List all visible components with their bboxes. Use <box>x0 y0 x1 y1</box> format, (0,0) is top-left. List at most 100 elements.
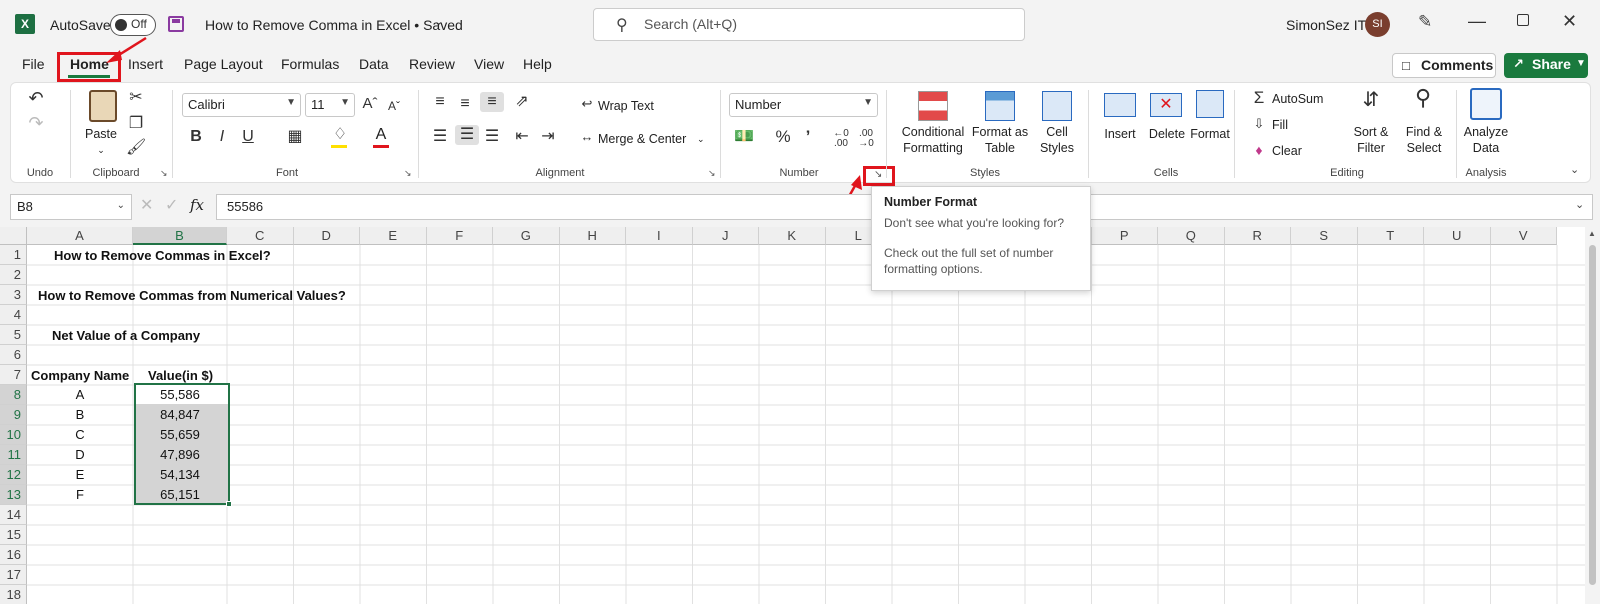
row-header-15[interactable]: 15 <box>0 525 27 545</box>
insert-cells-button[interactable]: Insert <box>1098 126 1142 142</box>
orientation-icon[interactable]: ⇗ <box>512 92 532 112</box>
tab-review[interactable]: Review <box>409 56 455 72</box>
tab-page-layout[interactable]: Page Layout <box>184 56 263 72</box>
row-header-17[interactable]: 17 <box>0 565 27 585</box>
company-cell[interactable]: B <box>27 405 133 424</box>
increase-font-icon[interactable]: Aˆ <box>360 94 380 114</box>
sort-filter-label-2[interactable]: Filter <box>1346 140 1396 156</box>
font-color-icon[interactable]: A <box>371 125 391 145</box>
row-header-11[interactable]: 11 <box>0 445 27 465</box>
copy-icon[interactable]: ❐ <box>126 114 146 134</box>
paste-icon[interactable] <box>89 90 117 122</box>
name-box[interactable]: B8 ⌄ <box>10 194 132 220</box>
format-as-table-label-1[interactable]: Format as <box>968 124 1032 140</box>
find-select-label-2[interactable]: Select <box>1398 140 1450 156</box>
company-cell[interactable]: E <box>27 465 133 484</box>
format-painter-icon[interactable]: 🖌 <box>126 138 146 158</box>
fill-button[interactable]: Fill <box>1272 117 1288 133</box>
decrease-indent-icon[interactable]: ⇤ <box>512 127 532 147</box>
cell-a1[interactable]: How to Remove Commas in Excel? <box>54 246 271 265</box>
conditional-formatting-label-2[interactable]: Formatting <box>895 140 971 156</box>
chevron-down-icon[interactable]: ⌄ <box>697 131 705 147</box>
column-header-t[interactable]: T <box>1357 227 1424 245</box>
tab-file[interactable]: File <box>22 56 45 72</box>
tab-formulas[interactable]: Formulas <box>281 56 339 72</box>
italic-icon[interactable]: I <box>212 127 232 147</box>
conditional-formatting-label-1[interactable]: Conditional <box>895 124 971 140</box>
increase-indent-icon[interactable]: ⇥ <box>538 127 558 147</box>
column-header-e[interactable]: E <box>360 227 427 245</box>
row-header-9[interactable]: 9 <box>0 405 27 425</box>
underline-icon[interactable]: U <box>238 127 258 147</box>
cell-styles-label-1[interactable]: Cell <box>1034 124 1080 140</box>
align-bottom-icon[interactable]: ≡ <box>480 92 504 112</box>
scrollbar-thumb[interactable] <box>1589 245 1596 585</box>
column-header-a[interactable]: A <box>27 227 133 245</box>
increase-decimal-icon[interactable]: ←0.00 <box>830 129 852 149</box>
user-name[interactable]: SimonSez IT <box>1286 17 1366 33</box>
collapse-ribbon-icon[interactable]: ⌄ <box>1570 163 1579 176</box>
bold-icon[interactable]: B <box>186 127 206 147</box>
cell-a3[interactable]: How to Remove Commas from Numerical Valu… <box>38 286 346 305</box>
share-button[interactable]: ↗ Share ▼ <box>1504 53 1588 78</box>
row-header-14[interactable]: 14 <box>0 505 27 525</box>
company-cell[interactable]: D <box>27 445 133 464</box>
column-header-u[interactable]: U <box>1424 227 1491 245</box>
insert-function-icon[interactable]: fx <box>190 196 204 214</box>
row-header-16[interactable]: 16 <box>0 545 27 565</box>
select-all-corner[interactable] <box>0 227 27 245</box>
expand-formula-bar-icon[interactable]: ⌄ <box>1575 198 1584 211</box>
analyze-data-label-2[interactable]: Data <box>1460 140 1512 156</box>
borders-icon[interactable]: ▦ <box>285 127 305 147</box>
wrap-text-button[interactable]: Wrap Text <box>598 98 654 114</box>
column-header-k[interactable]: K <box>759 227 826 245</box>
search-input[interactable]: Search (Alt+Q) <box>644 16 737 32</box>
cell-styles-label-2[interactable]: Styles <box>1034 140 1080 156</box>
column-header-p[interactable]: P <box>1091 227 1158 245</box>
value-cell[interactable]: 65,151 <box>133 485 227 504</box>
sort-filter-label-1[interactable]: Sort & <box>1346 124 1396 140</box>
comma-style-icon[interactable]: ’ <box>800 127 816 147</box>
format-as-table-label-2[interactable]: Table <box>968 140 1032 156</box>
column-header-v[interactable]: V <box>1490 227 1557 245</box>
search-box[interactable]: ⚲ Search (Alt+Q) <box>593 8 1025 41</box>
pen-icon[interactable]: ✎ <box>1418 12 1432 32</box>
find-select-label-1[interactable]: Find & <box>1398 124 1450 140</box>
percent-style-icon[interactable]: % <box>773 127 793 147</box>
column-header-h[interactable]: H <box>559 227 626 245</box>
column-header-g[interactable]: G <box>493 227 560 245</box>
undo-icon[interactable]: ↶ <box>24 88 48 108</box>
autosum-button[interactable]: AutoSum <box>1272 91 1323 107</box>
accounting-format-icon[interactable]: 💵 <box>733 127 755 147</box>
row-header-18[interactable]: 18 <box>0 585 27 604</box>
column-header-c[interactable]: C <box>227 227 294 245</box>
merge-center-button[interactable]: Merge & Center <box>598 131 686 147</box>
row-header-2[interactable]: 2 <box>0 265 27 285</box>
paste-button[interactable]: Paste <box>80 126 122 142</box>
row-header-5[interactable]: 5 <box>0 325 27 345</box>
tab-view[interactable]: View <box>474 56 504 72</box>
fill-color-icon[interactable]: ♢ <box>330 125 350 145</box>
column-header-f[interactable]: F <box>426 227 493 245</box>
tab-help[interactable]: Help <box>523 56 552 72</box>
row-header-10[interactable]: 10 <box>0 425 27 445</box>
cell-a5[interactable]: Net Value of a Company <box>52 326 200 345</box>
align-center-icon[interactable]: ☰ <box>455 125 479 145</box>
row-header-8[interactable]: 8 <box>0 385 27 405</box>
align-top-icon[interactable]: ≡ <box>430 92 450 112</box>
company-cell[interactable]: A <box>27 385 133 404</box>
value-cell[interactable]: 55,659 <box>133 425 227 444</box>
align-middle-icon[interactable]: ≡ <box>455 94 475 114</box>
cancel-entry-icon[interactable]: ✕ <box>140 195 153 215</box>
redo-icon[interactable]: ↷ <box>24 113 48 133</box>
dialog-launcher-icon[interactable]: ↘ <box>160 168 168 179</box>
row-header-3[interactable]: 3 <box>0 285 27 305</box>
row-header-6[interactable]: 6 <box>0 345 27 365</box>
decrease-decimal-icon[interactable]: .00 →0 <box>855 129 877 149</box>
delete-cells-button[interactable]: Delete <box>1145 126 1189 142</box>
row-header-12[interactable]: 12 <box>0 465 27 485</box>
scroll-up-icon[interactable]: ▲ <box>1588 229 1596 238</box>
dialog-launcher-icon[interactable]: ↘ <box>404 168 412 179</box>
row-header-4[interactable]: 4 <box>0 305 27 325</box>
number-dialog-launcher-icon[interactable]: ↘ <box>874 169 882 180</box>
